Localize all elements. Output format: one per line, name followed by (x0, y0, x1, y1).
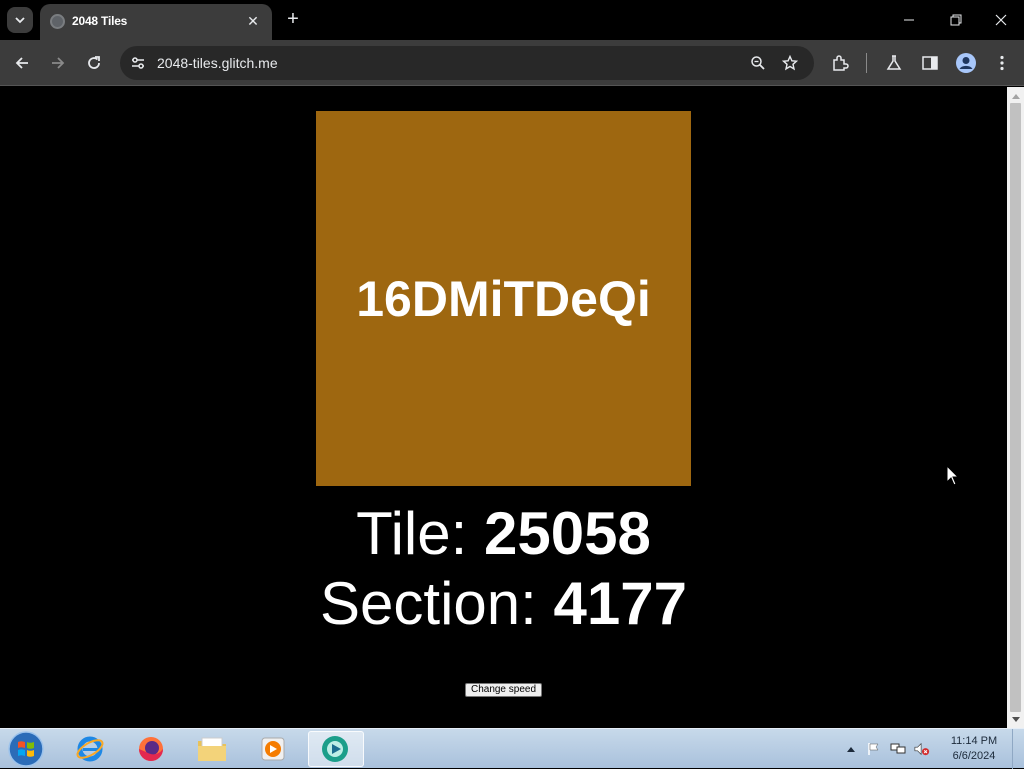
globe-icon (50, 14, 65, 29)
scroll-up-arrow-icon[interactable] (1007, 89, 1024, 103)
clock-time: 11:14 PM (950, 735, 998, 747)
restore-button[interactable] (932, 4, 978, 36)
taskbar-file-explorer[interactable] (184, 731, 240, 767)
url-text[interactable]: 2048-tiles.glitch.me (157, 55, 278, 71)
taskbar-firefox[interactable] (123, 731, 179, 767)
tile-label: 16DMiTDeQi (356, 270, 651, 327)
tab-strip: 2048 Tiles ✕ + (0, 0, 1024, 40)
new-tab-button[interactable]: + (282, 8, 304, 30)
tab-search-button[interactable] (7, 7, 33, 33)
volume-muted-icon[interactable] (914, 741, 930, 757)
browser-toolbar: 2048-tiles.glitch.me (0, 40, 1024, 86)
arrow-left-icon (15, 57, 28, 69)
internet-explorer-icon (76, 736, 104, 762)
windows-logo-icon (8, 731, 44, 767)
change-speed-button[interactable]: Change speed (465, 683, 542, 697)
close-icon (995, 14, 1007, 26)
show-desktop-button[interactable] (1012, 729, 1024, 769)
section-count-prefix: Section: (320, 570, 554, 637)
reload-button[interactable] (82, 51, 106, 75)
zoom-icon[interactable] (748, 53, 768, 73)
side-panel-icon[interactable] (918, 51, 942, 75)
network-icon[interactable] (890, 741, 906, 757)
system-clock[interactable]: 11:14 PM 6/6/2024 (944, 734, 1004, 764)
stats-block: Tile: 25058 Section: 4177 (0, 499, 1007, 639)
site-info-icon[interactable] (128, 53, 148, 73)
tab-title: 2048 Tiles (72, 14, 128, 28)
scrollbar-thumb[interactable] (1010, 103, 1021, 712)
back-button[interactable] (10, 51, 34, 75)
taskbar-internet-explorer[interactable] (62, 731, 118, 767)
taskbar-webcam-app[interactable] (308, 731, 364, 767)
chevron-down-icon (15, 17, 25, 24)
action-center-flag-icon[interactable] (866, 741, 882, 757)
bookmark-star-icon[interactable] (780, 53, 800, 73)
vertical-scrollbar[interactable] (1007, 87, 1024, 728)
minimize-icon (904, 19, 914, 21)
tile-count-prefix: Tile: (356, 500, 484, 567)
game-tile[interactable]: 16DMiTDeQi (316, 111, 691, 486)
forward-button[interactable] (46, 51, 70, 75)
webcam-app-icon (322, 736, 348, 762)
clock-date: 6/6/2024 (952, 750, 996, 762)
scroll-down-arrow-icon[interactable] (1007, 712, 1024, 726)
tab-active[interactable]: 2048 Tiles ✕ (40, 4, 272, 40)
section-count-value: 4177 (553, 570, 687, 637)
profile-avatar-icon[interactable] (954, 51, 978, 75)
tile-count-value: 25058 (483, 500, 651, 567)
window-close-button[interactable] (978, 4, 1024, 36)
taskbar: 11:14 PM 6/6/2024 (0, 728, 1024, 769)
tab-close-button[interactable]: ✕ (244, 12, 262, 30)
menu-kebab-icon[interactable] (990, 51, 1014, 75)
extensions-icon[interactable] (828, 51, 852, 75)
start-button[interactable] (6, 730, 46, 768)
taskbar-media-player[interactable] (245, 731, 301, 767)
folder-icon (198, 737, 226, 761)
minimize-button[interactable] (886, 4, 932, 36)
tray-show-hidden-icon[interactable] (843, 741, 859, 757)
labs-flask-icon[interactable] (882, 51, 906, 75)
restore-icon (950, 14, 962, 26)
page-viewport: 16DMiTDeQi Tile: 25058 Section: 4177 Cha… (0, 87, 1007, 728)
firefox-icon (139, 737, 163, 761)
arrow-right-icon (52, 57, 65, 69)
mouse-cursor-icon (946, 465, 960, 486)
section-count-line: Section: 4177 (0, 569, 1007, 639)
reload-icon (88, 56, 100, 69)
toolbar-divider (866, 53, 867, 73)
tile-count-line: Tile: 25058 (0, 499, 1007, 569)
media-player-icon (261, 737, 285, 761)
address-bar[interactable]: 2048-tiles.glitch.me (120, 46, 814, 80)
